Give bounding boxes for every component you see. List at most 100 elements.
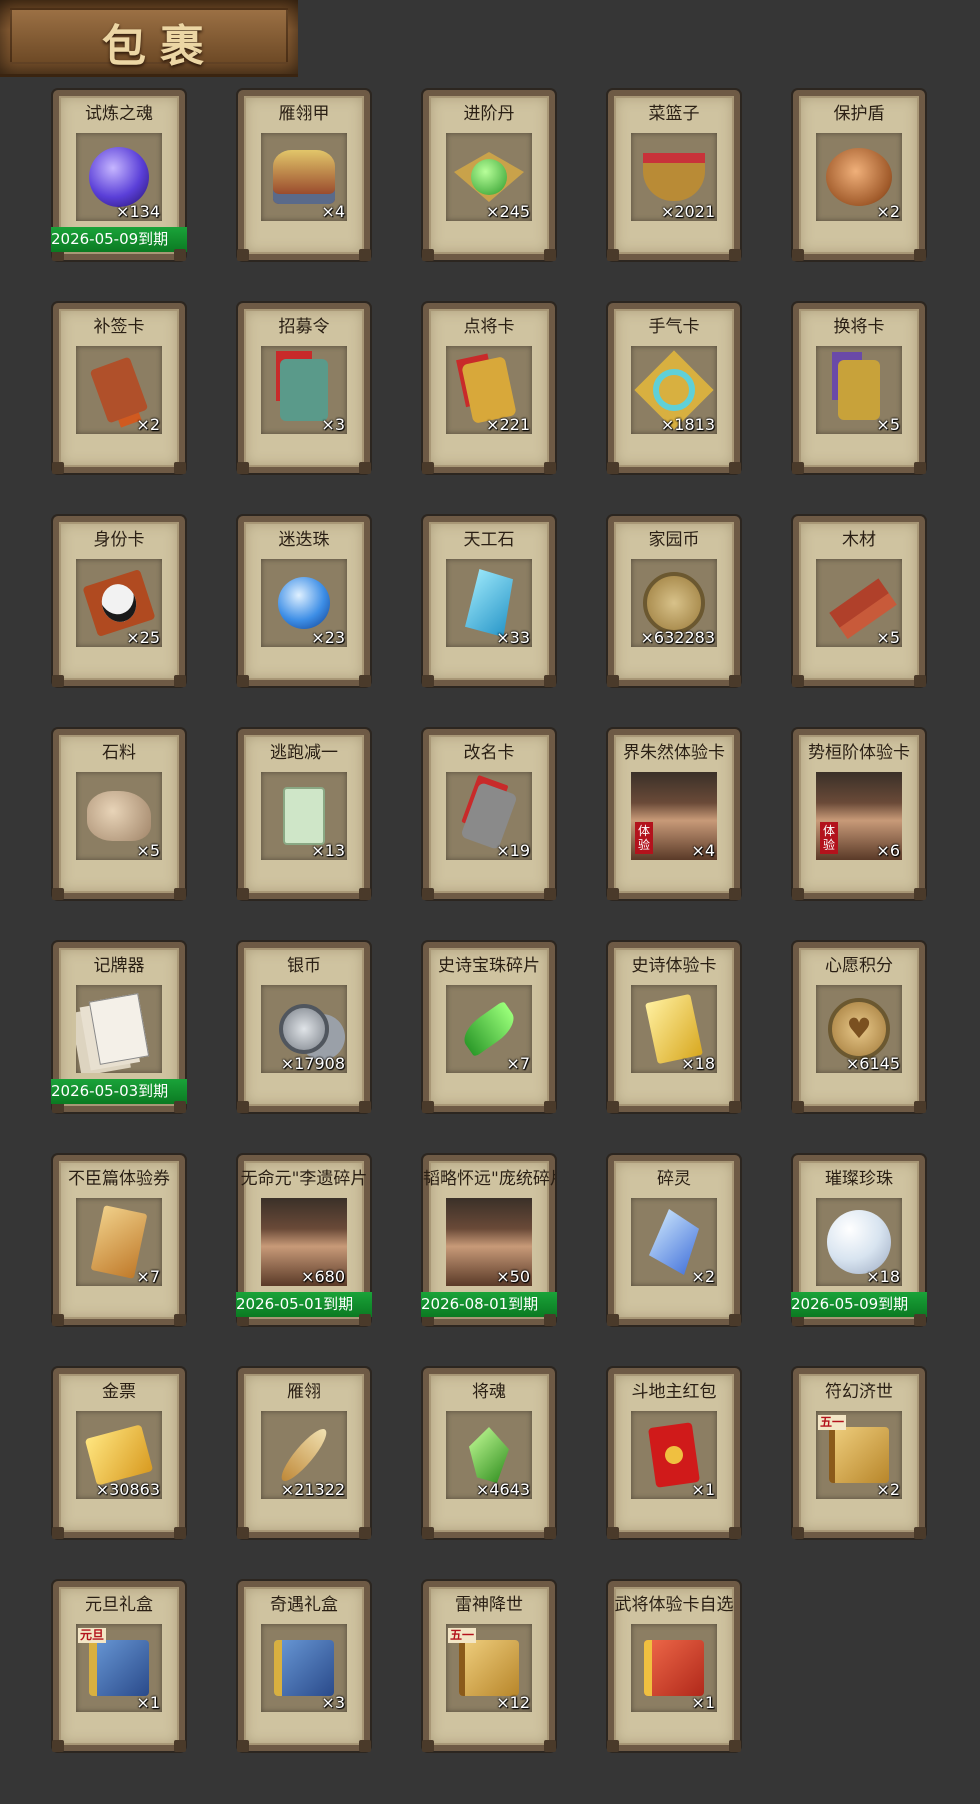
- item-quantity: ×2: [691, 1267, 715, 1286]
- item-icon-slot: ×134: [76, 133, 162, 221]
- item-name: 将魂: [472, 1382, 506, 1402]
- inventory-item-card[interactable]: 银币 ×17908: [237, 942, 371, 1113]
- inventory-item-card[interactable]: 招募令 ×3: [237, 303, 371, 474]
- inventory-item-card[interactable]: 菜篮子 ×2021: [607, 90, 741, 261]
- inventory-item-card[interactable]: 换将卡 ×5: [792, 303, 926, 474]
- inventory-item-card[interactable]: 斗地主红包 ×1: [607, 1368, 741, 1539]
- item-name: 斗地主红包: [631, 1382, 717, 1402]
- item-icon-slot: ×1813: [631, 346, 717, 434]
- item-quantity: ×680: [301, 1267, 345, 1286]
- item-name: 试炼之魂: [85, 104, 153, 124]
- inventory-item-card[interactable]: 史诗体验卡 ×18: [607, 942, 741, 1113]
- inventory-item-card[interactable]: 璀璨珍珠 ×18 2026-05-09到期: [791, 1155, 927, 1326]
- item-quantity: ×2: [876, 1480, 900, 1499]
- item-quantity: ×3: [321, 1693, 345, 1712]
- item-name: 金票: [102, 1382, 136, 1402]
- inventory-item-card[interactable]: 雁翎甲 ×4: [237, 90, 371, 261]
- item-name: 符幻济世: [825, 1382, 893, 1402]
- inventory-item-card[interactable]: 将魂 ×4643: [422, 1368, 556, 1539]
- inventory-item-card[interactable]: 试炼之魂 ×134 2026-05-09到期: [51, 90, 187, 261]
- inventory-item-card[interactable]: 改名卡 ×19: [422, 729, 556, 900]
- inventory-item-card[interactable]: 势桓阶体验卡体验 ×6: [792, 729, 926, 900]
- inventory-item-card[interactable]: 天工石 ×33: [422, 516, 556, 687]
- inventory-item-card[interactable]: 逃跑减一 ×13: [237, 729, 371, 900]
- inventory-item-card[interactable]: 心愿积分 ♥ ×6145: [792, 942, 926, 1113]
- item-quantity: ×17908: [280, 1054, 345, 1073]
- item-name: 碎灵: [657, 1169, 691, 1189]
- item-quantity: ×5: [136, 841, 160, 860]
- item-icon-slot: [76, 985, 162, 1073]
- item-name: 迷迭珠: [278, 530, 330, 550]
- inventory-item-card[interactable]: 迷迭珠 ×23: [237, 516, 371, 687]
- inventory-item-card[interactable]: 界朱然体验卡 体验 ×4: [607, 729, 741, 900]
- item-name: 记牌器: [93, 956, 145, 976]
- item-icon-slot: ×680: [261, 1198, 347, 1286]
- item-name: 石料: [102, 743, 136, 763]
- item-icon-slot: ×2: [816, 133, 902, 221]
- item-quantity: ×1: [691, 1480, 715, 1499]
- item-quantity: ×4643: [475, 1480, 530, 1499]
- inventory-item-card[interactable]: 木材 ×5: [792, 516, 926, 687]
- item-quantity: ×4: [691, 841, 715, 860]
- inventory-item-card[interactable]: 元旦礼盒 元旦 ×1: [52, 1581, 186, 1752]
- item-icon-slot: 体验 ×6: [816, 772, 902, 860]
- expiry-banner: 2026-05-03到期: [51, 1079, 187, 1104]
- item-name: 璀璨珍珠: [825, 1169, 893, 1189]
- item-quantity: ×19: [496, 841, 530, 860]
- item-icon-slot: ♥ ×6145: [816, 985, 902, 1073]
- inventory-item-card[interactable]: 不臣篇体验券 ×7: [52, 1155, 186, 1326]
- inventory-item-card[interactable]: 雷神降世五一 ×12: [422, 1581, 556, 1752]
- item-icon-slot: ×13: [261, 772, 347, 860]
- inventory-item-card[interactable]: 手气卡 ×1813: [607, 303, 741, 474]
- item-quantity: ×23: [311, 628, 345, 647]
- inventory-title-plate: 包裹: [0, 0, 298, 77]
- inventory-item-card[interactable]: 符幻济世五一 ×2: [792, 1368, 926, 1539]
- item-name: 招募令: [278, 317, 330, 337]
- inventory-item-card[interactable]: 史诗宝珠碎片 ×7: [422, 942, 556, 1113]
- item-name: 不臣篇体验券: [68, 1169, 170, 1189]
- item-name: 逃跑减一: [270, 743, 338, 763]
- item-icon-slot: ×1: [631, 1624, 717, 1712]
- item-quantity: ×1813: [660, 415, 715, 434]
- inventory-item-card[interactable]: 补签卡 ×2: [52, 303, 186, 474]
- item-icon-slot: ×1: [631, 1411, 717, 1499]
- inventory-item-card[interactable]: 无命元"李遗碎片 ×680 2026-05-01到期: [236, 1155, 372, 1326]
- item-icon-slot: ×30863: [76, 1411, 162, 1499]
- item-icon-slot: 五一 ×12: [446, 1624, 532, 1712]
- expiry-banner: 2026-05-01到期: [236, 1292, 372, 1317]
- inventory-item-card[interactable]: 保护盾 ×2: [792, 90, 926, 261]
- inventory-item-card[interactable]: 记牌器 2026-05-03到期: [51, 942, 187, 1113]
- item-name: 雷神降世: [455, 1595, 523, 1615]
- inventory-item-card[interactable]: 金票 ×30863: [52, 1368, 186, 1539]
- inventory-item-card[interactable]: 点将卡 ×221: [422, 303, 556, 474]
- inventory-item-card[interactable]: 武将体验卡自选 ×1: [607, 1581, 741, 1752]
- inventory-item-card[interactable]: 家园币 ×632283: [607, 516, 741, 687]
- item-icon-slot: 元旦 ×1: [76, 1624, 162, 1712]
- item-icon-slot: ×632283: [631, 559, 717, 647]
- inventory-item-card[interactable]: 雁翎 ×21322: [237, 1368, 371, 1539]
- inventory-item-card[interactable]: 进阶丹 ×245: [422, 90, 556, 261]
- item-quantity: ×25: [126, 628, 160, 647]
- item-name: 势桓阶体验卡: [808, 743, 910, 763]
- inventory-item-card[interactable]: 韬略怀远"庞统碎片 ×50 2026-08-01到期: [421, 1155, 557, 1326]
- inventory-item-card[interactable]: 奇遇礼盒 ×3: [237, 1581, 371, 1752]
- item-quantity: ×18: [866, 1267, 900, 1286]
- item-quantity: ×13: [311, 841, 345, 860]
- item-name: 奇遇礼盒: [270, 1595, 338, 1615]
- item-quantity: ×5: [876, 628, 900, 647]
- item-icon-slot: ×2021: [631, 133, 717, 221]
- item-name: 雁翎: [287, 1382, 321, 1402]
- gift-label: 五一: [818, 1415, 847, 1430]
- inventory-item-card[interactable]: 身份卡 ×25: [52, 516, 186, 687]
- item-quantity: ×6145: [845, 1054, 900, 1073]
- inventory-item-card[interactable]: 碎灵 ×2: [607, 1155, 741, 1326]
- item-quantity: ×4: [321, 202, 345, 221]
- item-icon-slot: ×2: [631, 1198, 717, 1286]
- inventory-item-card[interactable]: 石料 ×5: [52, 729, 186, 900]
- expiry-banner: 2026-05-09到期: [51, 227, 187, 252]
- item-icon-slot: ×3: [261, 346, 347, 434]
- item-icon-slot: ×245: [446, 133, 532, 221]
- item-icon-slot: ×23: [261, 559, 347, 647]
- item-quantity: ×12: [496, 1693, 530, 1712]
- item-icon-slot: ×7: [446, 985, 532, 1073]
